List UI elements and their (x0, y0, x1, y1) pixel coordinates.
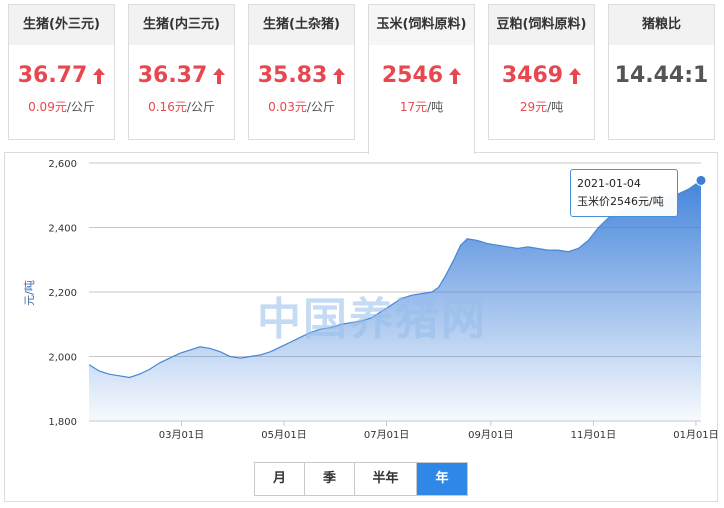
tooltip-date: 2021-01-04 (577, 177, 641, 190)
x-tick-label: 11月01日 (571, 429, 616, 441)
y-tick-label: 2,200 (48, 288, 77, 299)
card-change-unit: /吨 (547, 100, 564, 114)
x-tick-labels: 03月01日 05月01日 07月01日 09月01日 11月01日 01月01日 (159, 421, 717, 441)
card-title: 玉米(饲料原料) (369, 5, 474, 45)
tab-month[interactable]: 月 (255, 463, 305, 495)
card-soymeal[interactable]: 豆粕(饲料原料) 3469 29元/吨 (488, 4, 595, 140)
card-change-value: 0.16元 (148, 100, 187, 114)
watermark: 中国养猪网 (257, 294, 487, 345)
card-change-unit: /公斤 (306, 100, 335, 114)
card-change: 0.09元/公斤 (9, 98, 114, 115)
card-price: 3469 (489, 63, 594, 90)
arrow-up-icon (569, 65, 582, 90)
x-tick-label: 05月01日 (261, 429, 306, 441)
card-corn[interactable]: 玉米(饲料原料) 2546 17元/吨 (368, 4, 475, 154)
card-change-value: 29元 (519, 100, 548, 114)
card-title: 生猪(外三元) (9, 5, 114, 45)
card-change-value: 17元 (399, 100, 428, 114)
arrow-up-icon (333, 65, 346, 90)
chart-tooltip: 2021-01-04 玉米价2546元/吨 (570, 169, 678, 217)
card-change-value: 0.09元 (28, 100, 67, 114)
card-change: 17元/吨 (369, 98, 474, 115)
card-change-value: 0.03元 (268, 100, 307, 114)
card-price-value: 2546 (381, 63, 444, 88)
y-tick-label: 1,800 (48, 417, 77, 428)
card-change: 29元/吨 (489, 98, 594, 115)
card-hog-grain-ratio[interactable]: 猪粮比 14.44:1 (608, 4, 715, 140)
y-tick-label: 2,600 (48, 159, 77, 170)
card-price: 2546 (369, 63, 474, 90)
card-title: 生猪(土杂猪) (249, 5, 354, 45)
card-hog-native[interactable]: 生猪(土杂猪) 35.83 0.03元/公斤 (248, 4, 355, 140)
arrow-up-icon (213, 65, 226, 90)
arrow-up-icon (93, 65, 106, 90)
card-hog-outer[interactable]: 生猪(外三元) 36.77 0.09元/公斤 (8, 4, 115, 140)
card-title: 生猪(内三元) (129, 5, 234, 45)
card-change-unit: /公斤 (186, 100, 215, 114)
price-cards: 生猪(外三元) 36.77 0.09元/公斤 生猪(内三元) 36.37 0.1… (8, 4, 720, 154)
y-tick-label: 2,400 (48, 224, 77, 235)
tab-year[interactable]: 年 (417, 463, 467, 495)
price-chart: 1,800 2,000 2,200 2,400 2,600 03月01日 05月01日 07… (4, 152, 718, 502)
y-tick-labels: 1,800 2,000 2,200 2,400 2,600 (48, 159, 77, 428)
card-price-value: 36.77 (17, 63, 88, 88)
tab-quarter[interactable]: 季 (305, 463, 355, 495)
x-tick-label: 07月01日 (364, 429, 409, 441)
range-selector: 月 季 半年 年 (254, 462, 468, 496)
card-price: 36.37 (129, 63, 234, 90)
x-tick-label: 09月01日 (468, 429, 513, 441)
y-tick-label: 2,000 (48, 353, 77, 364)
x-tick-label: 03月01日 (159, 429, 204, 441)
card-title: 豆粕(饲料原料) (489, 5, 594, 45)
arrow-up-icon (449, 65, 462, 90)
card-change: 0.03元/公斤 (249, 98, 354, 115)
card-price: 35.83 (249, 63, 354, 90)
card-change-unit: /吨 (427, 100, 444, 114)
y-axis-label: 元/吨 (23, 280, 36, 306)
card-title: 猪粮比 (609, 5, 714, 45)
card-price-value: 14.44:1 (614, 63, 709, 88)
data-point-last[interactable] (695, 174, 707, 186)
tab-half-year[interactable]: 半年 (355, 463, 417, 495)
tooltip-value: 玉米价2546元/吨 (577, 195, 664, 208)
card-change: 0.16元/公斤 (129, 98, 234, 115)
card-price-value: 36.37 (137, 63, 208, 88)
card-change-unit: /公斤 (66, 100, 95, 114)
card-price: 36.77 (9, 63, 114, 90)
x-tick-label: 01月01日 (673, 429, 717, 441)
card-price-value: 3469 (501, 63, 564, 88)
card-price-value: 35.83 (257, 63, 328, 88)
card-hog-inner[interactable]: 生猪(内三元) 36.37 0.16元/公斤 (128, 4, 235, 140)
